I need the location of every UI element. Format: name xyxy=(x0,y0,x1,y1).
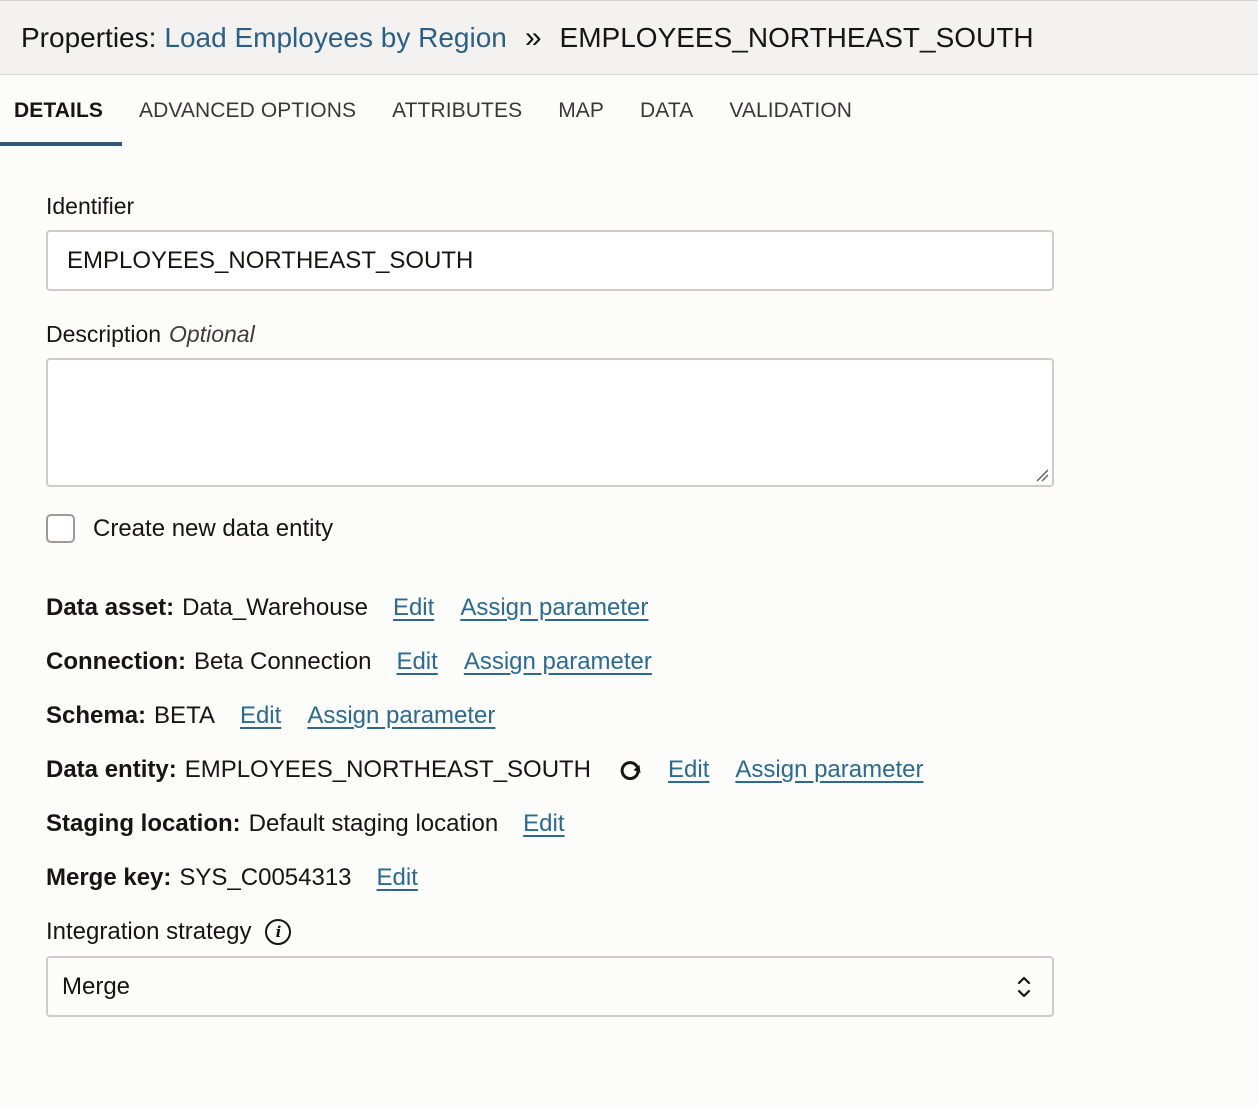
merge-key-value: SYS_C0054313 xyxy=(179,864,352,891)
resize-grip-icon[interactable] xyxy=(1035,468,1049,482)
refresh-icon[interactable] xyxy=(617,757,643,783)
integration-strategy-label: Integration strategy xyxy=(46,918,252,945)
tab-attributes-label: ATTRIBUTES xyxy=(392,99,523,122)
tab-map[interactable]: MAP xyxy=(558,76,604,146)
properties-header: Properties: Load Employees by Region » E… xyxy=(0,0,1258,75)
connection-assign-parameter-link[interactable]: Assign parameter xyxy=(464,648,652,676)
data-entity-edit-link[interactable]: Edit xyxy=(668,756,709,784)
description-label: Description xyxy=(46,321,162,347)
schema-edit-link[interactable]: Edit xyxy=(240,702,281,730)
data-entity-key: Data entity: xyxy=(46,756,177,783)
schema-value: BETA xyxy=(154,702,215,729)
merge-key-row: Merge key: SYS_C0054313 Edit xyxy=(46,864,418,892)
integration-strategy-selected: Merge xyxy=(62,972,131,1000)
schema-row: Schema: BETA Edit Assign parameter xyxy=(46,702,495,730)
header-prefix: Properties: xyxy=(21,21,157,53)
info-icon[interactable]: i xyxy=(265,919,292,945)
data-entity-row: Data entity: EMPLOYEES_NORTHEAST_SOUTH E… xyxy=(46,756,923,784)
staging-location-edit-link[interactable]: Edit xyxy=(523,810,564,838)
tab-validation[interactable]: VALIDATION xyxy=(729,76,852,146)
data-asset-row: Data asset: Data_Warehouse Edit Assign p… xyxy=(46,594,648,622)
connection-edit-link[interactable]: Edit xyxy=(396,648,437,676)
tab-advanced-options[interactable]: ADVANCED OPTIONS xyxy=(139,76,356,146)
tab-attributes[interactable]: ATTRIBUTES xyxy=(392,76,522,146)
create-entity-label: Create new data entity xyxy=(93,514,334,542)
tab-data-label: DATA xyxy=(640,99,694,122)
tab-advanced-options-label: ADVANCED OPTIONS xyxy=(139,99,357,122)
tab-validation-label: VALIDATION xyxy=(729,99,853,122)
integration-strategy-select[interactable]: Merge xyxy=(46,956,1054,1017)
connection-value: Beta Connection xyxy=(193,648,372,675)
tab-data[interactable]: DATA xyxy=(640,76,693,146)
connection-key: Connection: xyxy=(46,648,186,675)
schema-assign-parameter-link[interactable]: Assign parameter xyxy=(307,702,495,730)
data-entity-assign-parameter-link[interactable]: Assign parameter xyxy=(735,756,923,784)
merge-key-key: Merge key: xyxy=(46,864,172,891)
chevron-up-down-icon xyxy=(1017,976,1031,998)
description-optional-hint: Optional xyxy=(169,321,255,347)
staging-location-key: Staging location: xyxy=(46,810,241,837)
breadcrumb-parent-link[interactable]: Load Employees by Region xyxy=(164,22,506,54)
staging-location-row: Staging location: Default staging locati… xyxy=(46,810,565,838)
identifier-label: Identifier xyxy=(46,193,135,219)
breadcrumb-current: EMPLOYEES_NORTHEAST_SOUTH xyxy=(559,21,1034,53)
tab-details[interactable]: DETAILS xyxy=(0,76,122,146)
identifier-value: EMPLOYEES_NORTHEAST_SOUTH xyxy=(67,246,474,274)
integration-strategy-label-row: Integration strategy i xyxy=(46,918,292,946)
description-textarea[interactable] xyxy=(46,358,1054,487)
data-asset-key: Data asset: xyxy=(46,594,175,621)
schema-key: Schema: xyxy=(46,702,147,729)
create-entity-row: Create new data entity xyxy=(46,514,333,543)
create-entity-checkbox[interactable] xyxy=(46,514,75,543)
data-entity-value: EMPLOYEES_NORTHEAST_SOUTH xyxy=(184,756,592,783)
merge-key-edit-link[interactable]: Edit xyxy=(377,864,418,892)
data-asset-assign-parameter-link[interactable]: Assign parameter xyxy=(460,594,648,622)
data-asset-value: Data_Warehouse xyxy=(182,594,368,621)
description-label-group: Description Optional xyxy=(46,321,255,348)
data-asset-edit-link[interactable]: Edit xyxy=(393,594,434,622)
staging-location-value: Default staging location xyxy=(248,810,499,837)
tab-details-label: DETAILS xyxy=(14,99,103,122)
identifier-input[interactable]: EMPLOYEES_NORTHEAST_SOUTH xyxy=(46,230,1054,291)
breadcrumb-separator-icon: » xyxy=(524,20,542,54)
tab-map-label: MAP xyxy=(558,99,605,122)
tab-bar: DETAILS ADVANCED OPTIONS ATTRIBUTES MAP … xyxy=(0,76,1258,146)
connection-row: Connection: Beta Connection Edit Assign … xyxy=(46,648,652,676)
